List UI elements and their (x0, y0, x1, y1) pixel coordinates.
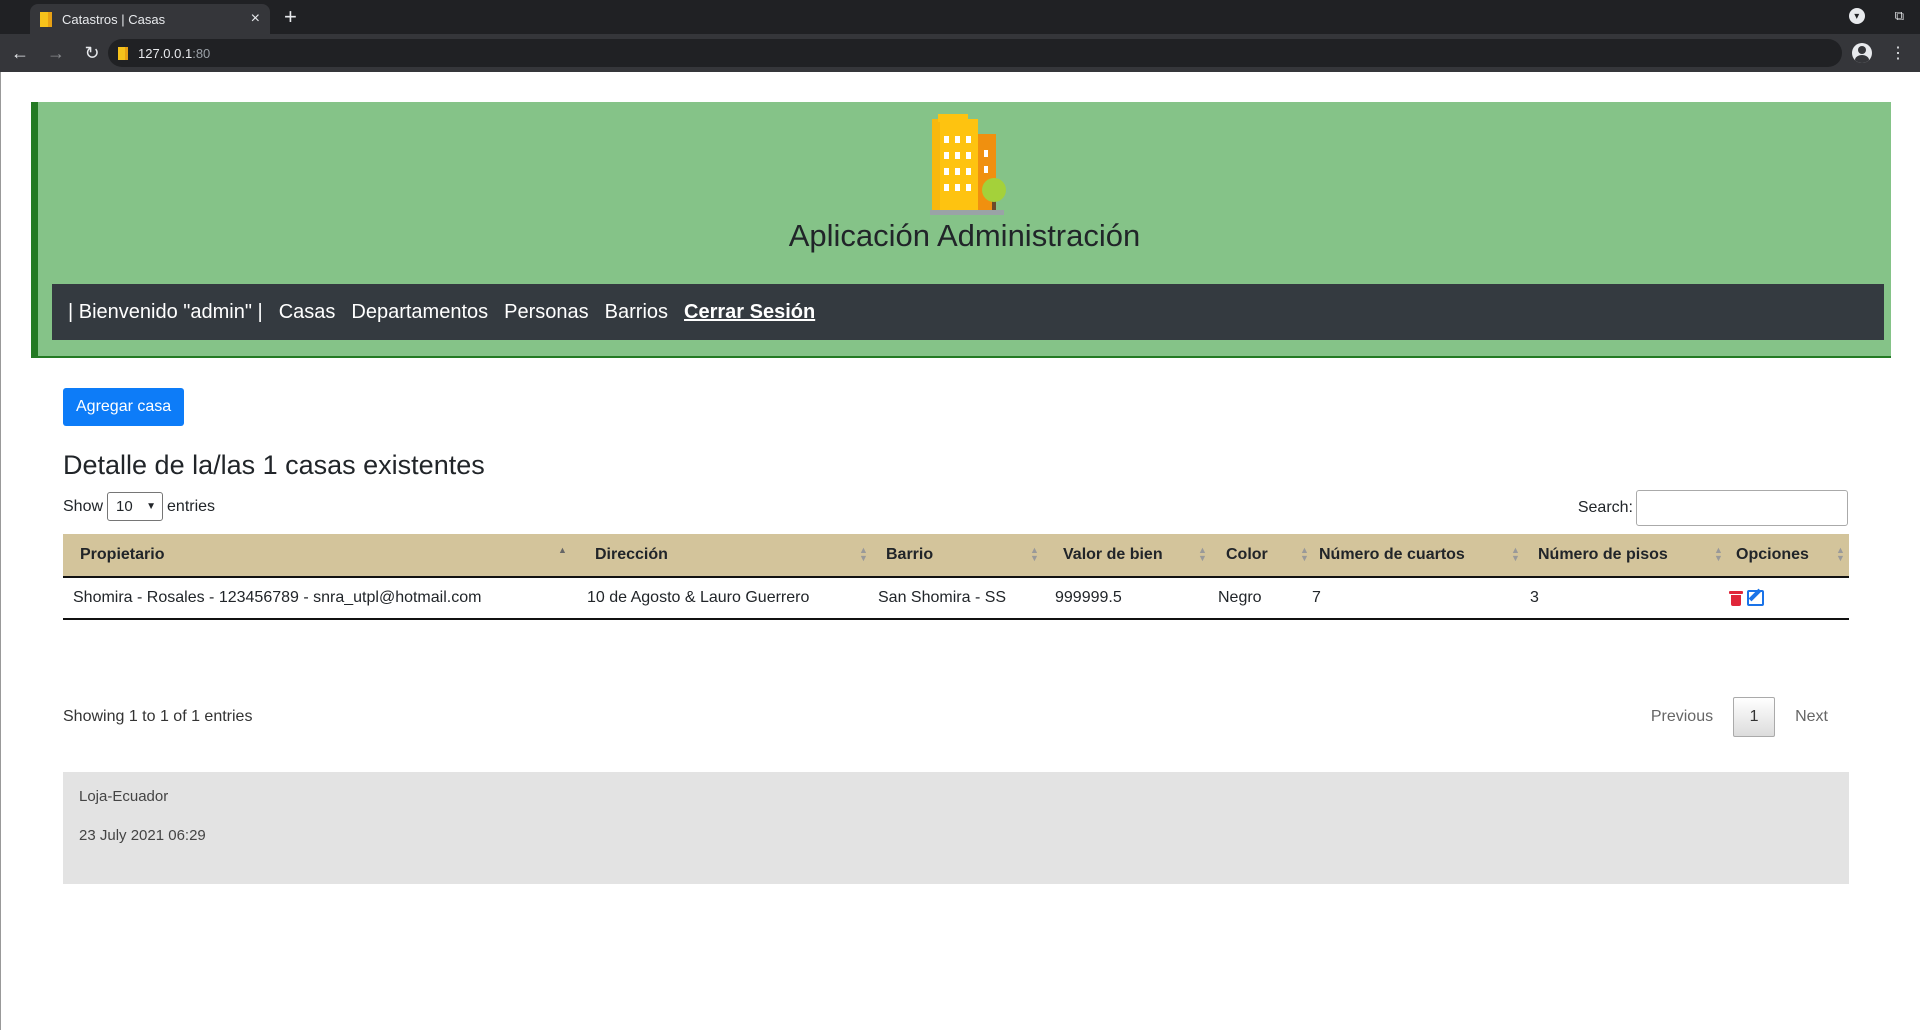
back-icon[interactable]: ← (4, 43, 36, 64)
cell-direccion: 10 de Agosto & Lauro Guerrero (587, 589, 810, 606)
table-info: Showing 1 to 1 of 1 entries (63, 708, 253, 725)
column-label: Barrio (886, 546, 934, 563)
column-header-color[interactable]: Color ▲ ▼ (1226, 534, 1316, 576)
sort-icon: ▲ ▼ (1198, 545, 1207, 563)
nav-link-casas[interactable]: Casas (279, 301, 336, 324)
restore-window-icon[interactable]: ⧉ (1895, 8, 1904, 24)
column-label: Color (1226, 546, 1268, 563)
add-house-button[interactable]: Agregar casa (63, 388, 185, 426)
reload-icon[interactable]: ↻ (76, 43, 108, 64)
sort-icon: ▲ ▼ (1836, 545, 1845, 563)
entries-select-value: 10 (116, 498, 133, 515)
cell-barrio: San Shomira - SS (878, 589, 1007, 606)
url-port: :80 (192, 45, 211, 61)
column-label: Número de cuartos (1319, 546, 1465, 563)
profile-avatar-icon[interactable] (1852, 43, 1872, 63)
column-label: Dirección (595, 546, 668, 563)
entries-label: entries (167, 497, 216, 515)
delete-trash-icon[interactable] (1729, 590, 1743, 606)
welcome-text: | Bienvenido "admin" | (68, 300, 263, 323)
page-1-button[interactable]: 1 (1733, 697, 1776, 737)
browser-toolbar: ← → ↻ 127.0.0.1 :80 ⋮ (0, 34, 1920, 72)
sort-icon: ▲ ▼ (859, 545, 868, 563)
footer-location: Loja-Ecuador (79, 788, 169, 805)
entries-select[interactable]: 10 ▼ (107, 492, 164, 521)
edit-icon[interactable] (1747, 590, 1764, 606)
sort-icon: ▲ ▼ (1511, 545, 1520, 563)
browser-menu-icon[interactable]: ⋮ (1890, 43, 1906, 63)
sort-icon: ▲ ▼ (1714, 545, 1723, 563)
column-header-barrio[interactable]: Barrio ▲ ▼ (886, 534, 1066, 576)
column-label: Número de pisos (1538, 546, 1668, 563)
sort-asc-icon: ▲ (558, 545, 567, 555)
logout-link[interactable]: Cerrar Sesión (684, 301, 815, 324)
sort-icon: ▲ ▼ (1030, 545, 1039, 563)
tab-title: Catastros | Casas (62, 11, 166, 27)
column-label: Opciones (1736, 546, 1809, 563)
building-favicon-icon (40, 11, 52, 27)
site-favicon-icon (118, 46, 128, 60)
search-input[interactable] (1636, 490, 1848, 526)
page-content: Aplicación Administración | Bienvenido "… (0, 72, 1920, 1030)
entries-length-control: Show 10 ▼ entries (63, 492, 215, 521)
cell-pisos: 3 (1530, 589, 1539, 606)
table-search: Search: (1578, 490, 1848, 526)
column-label: Valor de bien (1063, 546, 1163, 563)
sort-icon: ▲ ▼ (1300, 545, 1309, 563)
building-logo-icon (930, 114, 1006, 215)
previous-page-button[interactable]: Previous (1631, 708, 1733, 726)
nav-link-personas[interactable]: Personas (504, 301, 589, 324)
column-label: Propietario (80, 546, 165, 563)
app-title: Aplicación Administración (788, 218, 1141, 253)
next-page-button[interactable]: Next (1775, 708, 1848, 726)
column-header-direccion[interactable]: Dirección ▲ ▼ (595, 534, 885, 576)
column-header-opciones[interactable]: Opciones ▲ ▼ (1736, 534, 1846, 576)
cell-valor: 999999.5 (1055, 589, 1122, 606)
footer-datetime: 23 July 2021 06:29 (79, 827, 206, 844)
chevron-down-icon: ▼ (146, 501, 157, 512)
table-row: Shomira - Rosales - 123456789 - snra_utp… (63, 578, 1849, 620)
address-bar[interactable]: 127.0.0.1 :80 (108, 39, 1842, 67)
cell-opciones (1729, 578, 1764, 618)
column-header-pisos[interactable]: Número de pisos ▲ ▼ (1538, 534, 1738, 576)
page-footer: Loja-Ecuador 23 July 2021 06:29 (63, 772, 1849, 884)
houses-table: Propietario ▲ Dirección ▲ ▼ Barrio ▲ ▼ Val… (63, 534, 1849, 620)
cell-propietario: Shomira - Rosales - 123456789 - snra_utp… (73, 589, 482, 606)
main-navbar: | Bienvenido "admin" | Casas Departament… (52, 284, 1884, 340)
column-header-cuartos[interactable]: Número de cuartos ▲ ▼ (1319, 534, 1529, 576)
nav-link-barrios[interactable]: Barrios (605, 301, 668, 324)
pagination: Previous 1 Next (1631, 697, 1848, 737)
nav-link-departamentos[interactable]: Departamentos (351, 301, 488, 324)
new-tab-icon[interactable]: + (284, 6, 297, 28)
search-label: Search: (1577, 499, 1633, 516)
browser-tab-bar: Catastros | Casas × + ▾ ⧉ (0, 0, 1920, 34)
show-label: Show (63, 497, 104, 515)
cell-cuartos: 7 (1312, 589, 1321, 606)
cell-color: Negro (1218, 589, 1262, 606)
url-host: 127.0.0.1 (138, 45, 193, 61)
tab-search-icon[interactable]: ▾ (1848, 8, 1865, 24)
app-header: Aplicación Administración | Bienvenido "… (31, 102, 1891, 358)
browser-tab[interactable]: Catastros | Casas × (30, 4, 270, 34)
close-tab-icon[interactable]: × (251, 11, 260, 27)
table-header-row: Propietario ▲ Dirección ▲ ▼ Barrio ▲ ▼ Val… (63, 534, 1849, 578)
section-title: Detalle de la/las 1 casas existentes (63, 450, 485, 480)
column-header-propietario[interactable]: Propietario ▲ (80, 534, 570, 576)
column-header-valor[interactable]: Valor de bien ▲ ▼ (1063, 534, 1223, 576)
forward-icon[interactable]: → (40, 43, 72, 64)
